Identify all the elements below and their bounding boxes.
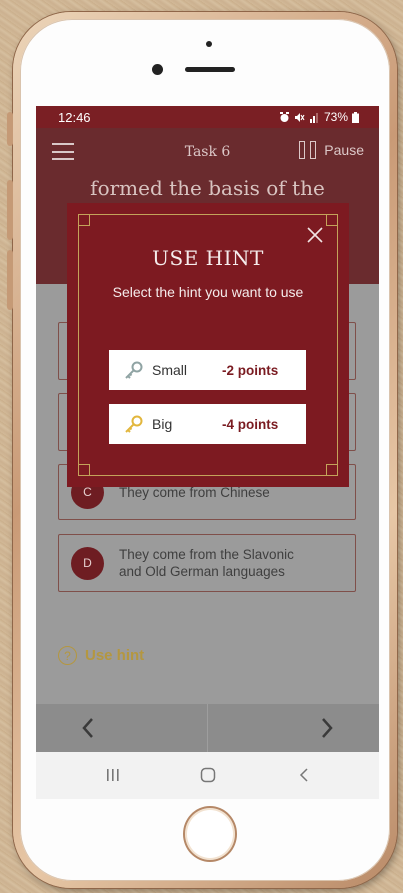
battery-percent: 73%: [323, 110, 348, 124]
screen: 12:46 73% Task 6 Pause formed the basis …: [36, 106, 379, 799]
recent-apps-icon: [107, 769, 119, 781]
chevron-left-icon: [82, 718, 93, 738]
status-time: 12:46: [58, 109, 91, 125]
side-button: [7, 180, 13, 240]
question-text: formed the basis of the: [90, 176, 325, 200]
question-circle-icon: ?: [58, 646, 77, 665]
signal-icon: [309, 112, 318, 123]
question-navigation: [36, 704, 379, 752]
home-nav-button[interactable]: [188, 760, 228, 790]
key-icon: [125, 361, 143, 379]
battery-icon: [352, 111, 359, 123]
pause-button[interactable]: Pause: [299, 141, 364, 159]
use-hint-link[interactable]: ? Use hint: [58, 646, 144, 665]
status-bar: 12:46 73%: [36, 106, 379, 128]
pause-icon: [299, 141, 317, 159]
answer-letter-badge: D: [71, 546, 104, 580]
hint-size-label: Small: [152, 362, 188, 378]
status-icons: 73%: [279, 110, 359, 124]
frame-corner: [78, 214, 90, 226]
hint-option-big[interactable]: Big -4 points: [109, 404, 306, 444]
alarm-icon: [279, 111, 289, 122]
recent-apps-button[interactable]: [93, 760, 133, 790]
home-button[interactable]: [183, 806, 237, 862]
earpiece-speaker: [185, 67, 235, 72]
frame-corner: [78, 464, 90, 476]
frame-corner: [326, 464, 338, 476]
home-nav-icon: [200, 767, 216, 783]
back-nav-icon: [299, 768, 308, 782]
use-hint-label: Use hint: [85, 647, 145, 664]
next-button[interactable]: [312, 713, 342, 743]
close-icon[interactable]: [306, 226, 324, 244]
pause-label: Pause: [324, 142, 364, 158]
nav-divider: [207, 704, 208, 752]
front-camera: [152, 64, 163, 75]
chevron-right-icon: [322, 718, 333, 738]
side-button: [7, 250, 13, 310]
key-icon: [125, 415, 143, 433]
previous-button[interactable]: [73, 713, 103, 743]
frame-corner: [326, 214, 338, 226]
hint-points-label: -2 points: [222, 362, 279, 378]
hint-option-small[interactable]: Small -2 points: [109, 350, 306, 390]
hint-size-label: Big: [152, 416, 173, 432]
answer-text: They come from the Slavonic and Old Germ…: [119, 547, 294, 579]
hint-points-label: -4 points: [222, 416, 279, 432]
use-hint-dialog: USE HINT Select the hint you want to use…: [67, 203, 349, 487]
front-sensor: [206, 41, 212, 47]
dialog-subtitle: Select the hint you want to use: [112, 284, 304, 300]
app-header: Task 6 Pause: [36, 128, 379, 178]
answer-option-d[interactable]: D They come from the Slavonic and Old Ge…: [58, 534, 356, 592]
dialog-title: USE HINT: [152, 246, 264, 270]
back-nav-button[interactable]: [284, 760, 324, 790]
android-nav-bar: [36, 752, 379, 799]
side-button: [7, 112, 13, 146]
mute-icon: [294, 112, 305, 122]
